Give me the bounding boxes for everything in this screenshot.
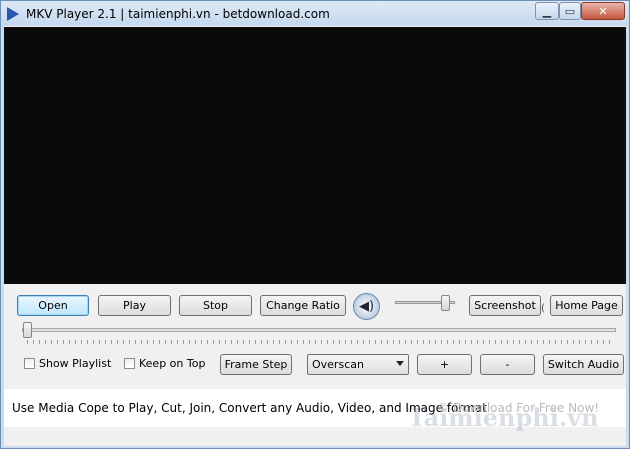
show-playlist-checkbox[interactable]: Show Playlist (24, 357, 111, 370)
screenshot-button[interactable]: Screenshot (469, 295, 541, 316)
download-link[interactable]: © Download For Free Now! (437, 401, 599, 415)
seek-bar-thumb[interactable] (23, 322, 32, 338)
keep-on-top-checkbox[interactable]: Keep on Top (124, 357, 205, 370)
window-title: MKV Player 2.1 | taimienphi.vn - betdown… (26, 7, 330, 21)
volume-slider-thumb[interactable] (441, 295, 450, 311)
speaker-icon[interactable]: ◀) (353, 293, 380, 320)
stop-button[interactable]: Stop (179, 295, 252, 316)
keep-on-top-label: Keep on Top (139, 357, 206, 370)
stray-glyph: ( (541, 303, 545, 314)
minimize-button[interactable]: ▁ (535, 2, 559, 20)
seek-bar-track[interactable] (22, 328, 616, 332)
status-message: Use Media Cope to Play, Cut, Join, Conve… (12, 401, 487, 415)
change-ratio-button[interactable]: Change Ratio (260, 295, 346, 316)
show-playlist-label: Show Playlist (39, 357, 112, 370)
open-button[interactable]: Open (17, 295, 89, 316)
frame-step-button[interactable]: Frame Step (220, 354, 292, 375)
display-mode-value: Overscan (312, 358, 364, 371)
checkbox-box[interactable] (124, 358, 135, 369)
home-page-button[interactable]: Home Page (550, 295, 623, 316)
app-play-icon (7, 7, 19, 21)
video-display[interactable] (4, 27, 626, 284)
maximize-button[interactable]: ▭ (559, 2, 581, 20)
plus-button[interactable]: + (417, 354, 472, 375)
display-mode-select[interactable]: Overscan (307, 354, 409, 375)
seek-bar-ticks (27, 340, 613, 344)
play-button[interactable]: Play (98, 295, 171, 316)
chevron-down-icon (396, 361, 404, 366)
title-bar[interactable]: MKV Player 2.1 | taimienphi.vn - betdown… (1, 1, 629, 27)
close-button[interactable]: ✕ (581, 2, 625, 20)
checkbox-box[interactable] (24, 358, 35, 369)
switch-audio-button[interactable]: Switch Audio (543, 354, 624, 375)
minus-button[interactable]: - (480, 354, 535, 375)
